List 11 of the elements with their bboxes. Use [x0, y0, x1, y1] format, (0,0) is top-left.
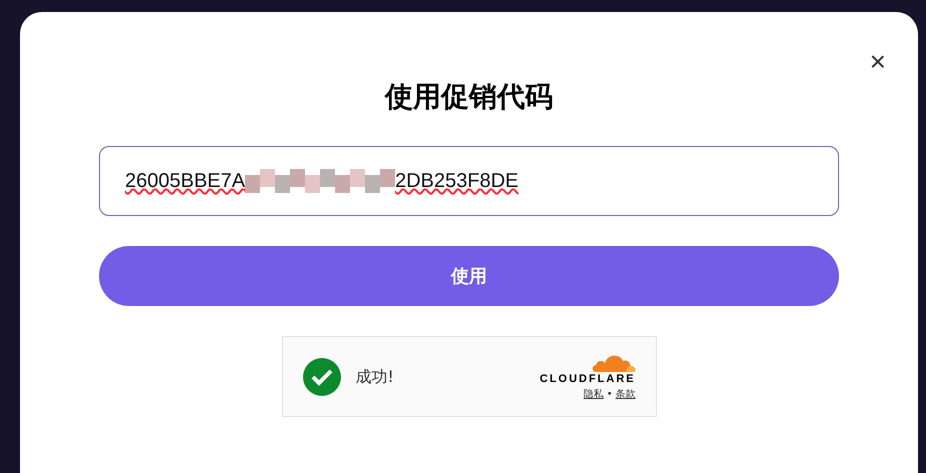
captcha-status: 成功!	[356, 366, 394, 388]
code-text: 2DB253F8DE	[395, 169, 519, 194]
apply-button[interactable]: 使用	[99, 246, 839, 306]
terms-link[interactable]: 条款	[616, 386, 636, 402]
dialog-title: 使用促销代码	[385, 79, 553, 115]
brand-text: CLOUDFLARE	[540, 373, 636, 387]
promo-code-field[interactable]: 26005BBE7A 2DB253F8DE	[99, 146, 839, 216]
close-button[interactable]: ×	[870, 48, 886, 76]
privacy-link[interactable]: 隐私	[584, 386, 604, 402]
separator-dot: •	[606, 388, 612, 402]
code-text: 26005BBE7A	[125, 169, 246, 194]
